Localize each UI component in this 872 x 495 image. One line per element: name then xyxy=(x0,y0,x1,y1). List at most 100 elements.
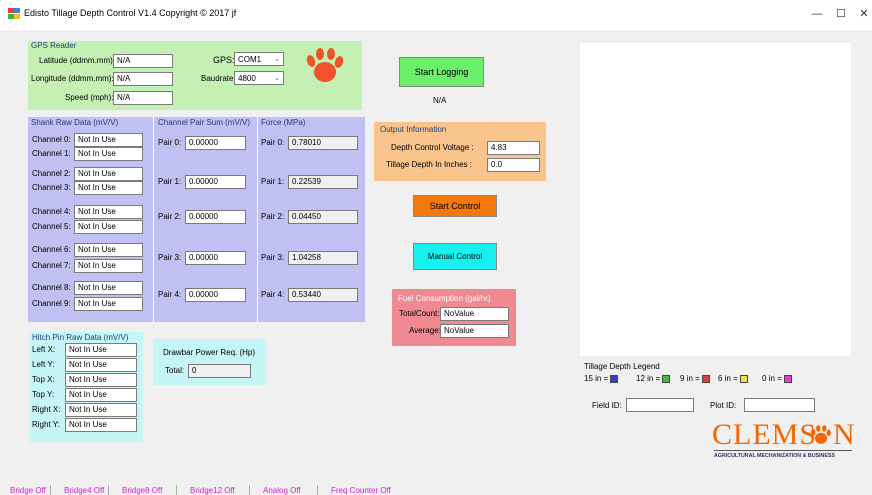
hitch-field[interactable]: Not In Use xyxy=(65,388,137,402)
start-logging-button[interactable]: Start Logging xyxy=(399,57,484,87)
divider xyxy=(257,117,258,322)
status-separator xyxy=(176,485,177,495)
hitch-label: Left X: xyxy=(32,345,56,354)
legend-item: 15 in = xyxy=(584,374,619,383)
pair-sum-label: Pair 1: xyxy=(158,177,182,186)
pair-sum-label: Pair 2: xyxy=(158,212,182,221)
legend-heading: Tillage Depth Legend xyxy=(584,362,660,371)
latitude-field[interactable]: N/A xyxy=(113,54,173,68)
longitude-label: Longitude (ddmm.mm): xyxy=(31,74,114,83)
hitch-field[interactable]: Not In Use xyxy=(65,373,137,387)
start-control-button[interactable]: Start Control xyxy=(413,195,497,217)
channel-field[interactable]: Not In Use xyxy=(74,167,143,181)
force-field[interactable]: 0.78010 xyxy=(288,136,358,150)
force-heading: Force (MPa) xyxy=(261,118,306,127)
channel-field[interactable]: Not In Use xyxy=(74,147,143,161)
force-field[interactable]: 0.53440 xyxy=(288,288,358,302)
maximize-button[interactable]: ☐ xyxy=(830,6,852,22)
pair-sum-field[interactable]: 0.00000 xyxy=(185,136,246,150)
force-field[interactable]: 0.04450 xyxy=(288,210,358,224)
speed-field[interactable]: N/A xyxy=(113,91,173,105)
app-icon xyxy=(8,8,20,19)
close-button[interactable]: ✕ xyxy=(853,6,872,22)
drawbar-total-label: Total: xyxy=(165,366,185,375)
longitude-field[interactable]: N/A xyxy=(113,72,173,86)
plot-id-input[interactable] xyxy=(744,398,815,412)
depth-label: Tillage Depth In Inches : xyxy=(386,160,472,169)
channel-field[interactable]: Not In Use xyxy=(74,297,143,311)
logo-text-end: N xyxy=(833,418,855,451)
fuel-heading: Fuel Consumption (gal/hr) xyxy=(398,294,491,303)
hitch-label: Right X: xyxy=(32,405,61,414)
channel-field[interactable]: Not In Use xyxy=(74,281,143,295)
force-label: Pair 2: xyxy=(261,212,285,221)
drawbar-total-field[interactable]: 0 xyxy=(188,364,251,378)
depth-map-canvas[interactable] xyxy=(580,43,851,356)
pair-sum-field[interactable]: 0.00000 xyxy=(185,251,246,265)
hitch-field[interactable]: Not In Use xyxy=(65,418,137,432)
pair-sum-heading: Channel Pair Sum (mV/V) xyxy=(158,118,251,127)
gps-heading: GPS Reader xyxy=(31,41,77,50)
minimize-button[interactable]: — xyxy=(806,6,828,22)
legend-label: 15 in = xyxy=(584,374,609,383)
depth-field[interactable]: 0.0 xyxy=(487,158,540,172)
pair-sum-label: Pair 0: xyxy=(158,138,182,147)
channel-field[interactable]: Not In Use xyxy=(74,181,143,195)
divider xyxy=(153,117,154,322)
drawbar-heading: Drawbar Power Req. (Hp) xyxy=(163,348,256,357)
channel-label: Channel 3: xyxy=(32,183,71,192)
force-label: Pair 4: xyxy=(261,290,285,299)
force-field[interactable]: 0.22539 xyxy=(288,175,358,189)
hitch-field[interactable]: Not In Use xyxy=(65,403,137,417)
chevron-down-icon: ⌄ xyxy=(274,75,280,82)
logo-subtitle: AGRICULTURAL MECHANIZATION & BUSINESS xyxy=(714,453,835,459)
hitch-label: Right Y: xyxy=(32,420,60,429)
fuel-total-field[interactable]: NoValue xyxy=(440,307,509,321)
status-indicator: Bridge Off xyxy=(10,486,46,495)
logo-text: CLEMS xyxy=(712,418,818,451)
output-panel: Output Information Depth Control Voltage… xyxy=(374,122,546,181)
legend-swatch xyxy=(610,374,619,383)
channel-label: Channel 5: xyxy=(32,222,71,231)
fuel-avg-field[interactable]: NoValue xyxy=(440,324,509,338)
pair-sum-field[interactable]: 0.00000 xyxy=(185,175,246,189)
legend-item: 0 in = xyxy=(762,374,792,383)
channel-label: Channel 1: xyxy=(32,149,71,158)
pair-sum-field[interactable]: 0.00000 xyxy=(185,210,246,224)
paw-logo-icon xyxy=(306,48,344,82)
voltage-field[interactable]: 4.83 xyxy=(487,141,540,155)
legend-item: 9 in = xyxy=(680,374,710,383)
channel-field[interactable]: Not In Use xyxy=(74,259,143,273)
fuel-total-label: TotalCount: xyxy=(399,309,440,318)
channel-field[interactable]: Not In Use xyxy=(74,220,143,234)
channel-field[interactable]: Not In Use xyxy=(74,243,143,257)
force-field[interactable]: 1.04258 xyxy=(288,251,358,265)
baudrate-select[interactable]: 4800 ⌄ xyxy=(234,71,284,85)
speed-label: Speed (mph): xyxy=(65,93,114,102)
chevron-down-icon: ⌄ xyxy=(274,56,280,63)
hitch-field[interactable]: Not In Use xyxy=(65,343,137,357)
force-label: Pair 0: xyxy=(261,138,285,147)
logo-rule xyxy=(714,450,852,451)
latitude-label: Latitude (ddmm.mm): xyxy=(39,56,116,65)
legend-label: 0 in = xyxy=(762,374,782,383)
status-bar: Bridge Off Bridge4 Off Bridge8 Off Bridge12… xyxy=(0,482,872,495)
channel-label: Channel 4: xyxy=(32,207,71,216)
hitch-field[interactable]: Not In Use xyxy=(65,358,137,372)
status-indicator: Bridge8 Off xyxy=(122,486,163,495)
channel-field[interactable]: Not In Use xyxy=(74,205,143,219)
status-separator xyxy=(317,485,318,495)
pair-sum-label: Pair 4: xyxy=(158,290,182,299)
legend-item: 12 in = xyxy=(636,374,671,383)
window-title: Edisto Tillage Depth Control V1.4 Copyri… xyxy=(24,8,237,18)
field-id-input[interactable] xyxy=(626,398,694,412)
pair-sum-field[interactable]: 0.00000 xyxy=(185,288,246,302)
gps-port-value: COM1 xyxy=(238,55,262,64)
legend-label: 6 in = xyxy=(718,374,738,383)
clemson-logo: CLEMS N AGRICULTURAL MECHANIZATION & BUS… xyxy=(712,418,855,462)
manual-control-button[interactable]: Manual Control xyxy=(413,243,497,270)
gps-port-select[interactable]: COM1 ⌄ xyxy=(234,52,284,66)
drawbar-panel: Drawbar Power Req. (Hp) Total: 0 xyxy=(153,339,266,385)
channel-field[interactable]: Not In Use xyxy=(74,133,143,147)
force-label: Pair 3: xyxy=(261,253,285,262)
